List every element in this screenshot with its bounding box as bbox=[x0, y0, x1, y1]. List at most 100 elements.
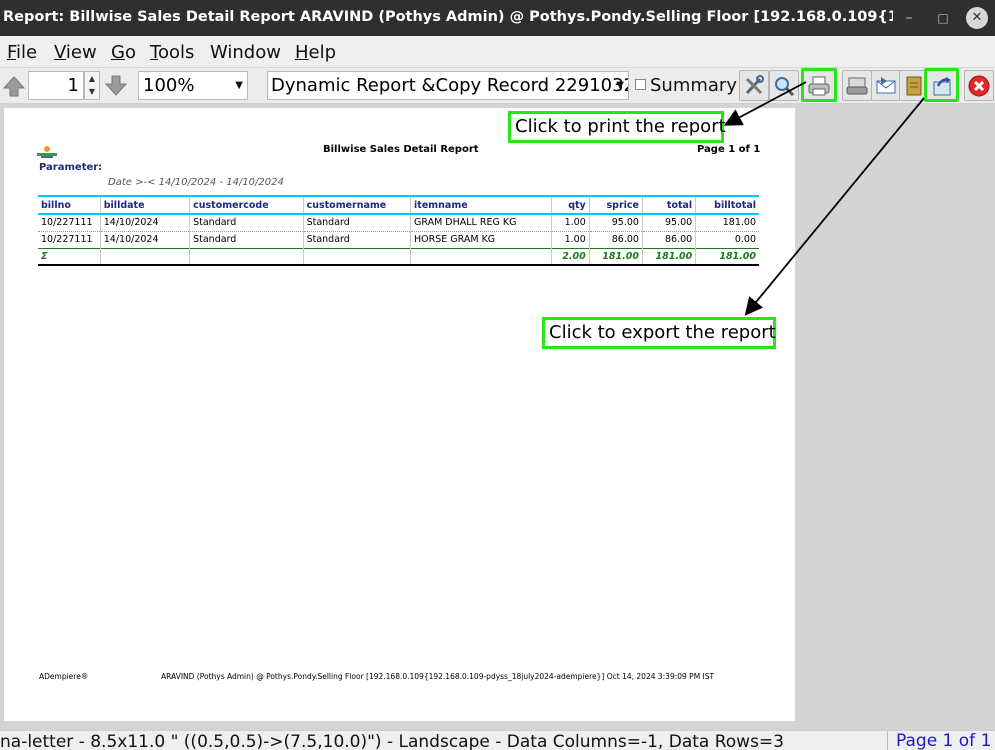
total-cell bbox=[99, 247, 190, 266]
cell-sprice: 86.00 bbox=[588, 231, 643, 249]
print-preview-button[interactable] bbox=[842, 70, 872, 101]
customize-icon bbox=[745, 75, 764, 95]
report-select-value: Dynamic Report &Copy Record 2291032 bbox=[271, 75, 629, 96]
cell-customercode: Standard bbox=[189, 214, 304, 232]
spinner-down-icon[interactable]: ▼ bbox=[89, 87, 95, 96]
spinner-up-icon[interactable]: ▲ bbox=[89, 74, 95, 83]
cell-billtotal: 0.00 bbox=[695, 231, 759, 249]
menu-go-mnemonic: G bbox=[111, 42, 125, 63]
menu-tools[interactable]: Tools bbox=[150, 42, 194, 63]
column-header[interactable]: qty bbox=[550, 195, 590, 215]
menu-view-label: iew bbox=[65, 42, 97, 63]
total-qty: 2.00 bbox=[550, 247, 590, 266]
menu-go[interactable]: Go bbox=[111, 42, 136, 63]
total-cell bbox=[410, 247, 552, 266]
chevron-down-icon: ▼ bbox=[616, 80, 624, 91]
total-sprice: 181.00 bbox=[588, 247, 643, 266]
customize-button[interactable] bbox=[739, 70, 769, 101]
chevron-down-icon: ▼ bbox=[235, 80, 243, 91]
zoom-select[interactable]: 100% ▼ bbox=[138, 71, 248, 100]
toolbar: 1 ▲ ▼ 100% ▼ Dynamic Report &Copy Record … bbox=[0, 68, 995, 104]
cell-customercode: Standard bbox=[189, 231, 304, 249]
cell-qty: 1.00 bbox=[550, 214, 590, 232]
menu-help-mnemonic: H bbox=[295, 42, 309, 63]
send-email-icon bbox=[876, 77, 896, 94]
column-header[interactable]: itemname bbox=[410, 195, 552, 215]
menu-tools-label: ools bbox=[157, 42, 195, 63]
menu-bar: File View Go Tools Window Help bbox=[0, 36, 995, 68]
column-header[interactable]: customername bbox=[302, 195, 411, 215]
total-cell bbox=[189, 247, 304, 266]
cell-itemname: HORSE GRAM KG bbox=[410, 231, 552, 249]
window-title: Report: Billwise Sales Detail Report ARA… bbox=[3, 9, 893, 25]
arrow-down-icon[interactable] bbox=[104, 74, 128, 98]
menu-window-label: Window bbox=[210, 42, 281, 63]
cell-billno[interactable]: 10/227111 bbox=[38, 231, 101, 249]
page-spinner[interactable]: ▲ ▼ bbox=[84, 71, 100, 100]
find-button[interactable] bbox=[769, 70, 799, 101]
cell-billdate: 14/10/2024 bbox=[99, 231, 190, 249]
status-info: na-letter - 8.5x11.0 " ((0.5,0.5)->(7.5,… bbox=[0, 732, 784, 750]
table-row[interactable]: 10/227111 14/10/2024 Standard Standard G… bbox=[38, 214, 759, 232]
company-logo bbox=[37, 146, 57, 158]
cell-billdate: 14/10/2024 bbox=[99, 214, 190, 232]
print-button[interactable] bbox=[801, 68, 837, 102]
date-parameter: Date >-< 14/10/2024 - 14/10/2024 bbox=[108, 177, 284, 188]
export-button[interactable] bbox=[924, 68, 959, 102]
arrow-up-icon[interactable] bbox=[2, 74, 26, 98]
cell-total: 95.00 bbox=[641, 214, 696, 232]
close-report-icon bbox=[968, 75, 990, 97]
close-report-button[interactable] bbox=[964, 70, 994, 101]
report-title: Billwise Sales Detail Report bbox=[323, 144, 479, 155]
column-header[interactable]: billtotal bbox=[695, 195, 759, 215]
send-email-button[interactable] bbox=[871, 70, 901, 101]
status-bar: na-letter - 8.5x11.0 " ((0.5,0.5)->(7.5,… bbox=[0, 730, 995, 750]
cell-customername: Standard bbox=[302, 214, 411, 232]
summary-checkbox[interactable]: Summary bbox=[635, 75, 737, 96]
menu-help-label: elp bbox=[308, 42, 337, 63]
footer-info: ARAVIND (Pothys Admin) @ Pothys.Pondy.Se… bbox=[161, 672, 715, 681]
menu-help[interactable]: Help bbox=[295, 42, 336, 63]
column-header[interactable]: customercode bbox=[189, 195, 304, 215]
column-header[interactable]: billdate bbox=[99, 195, 190, 215]
checkbox-box[interactable] bbox=[635, 79, 646, 90]
table-header-row: billno billdate customercode customernam… bbox=[38, 195, 759, 215]
column-header[interactable]: sprice bbox=[588, 195, 643, 215]
menu-tools-mnemonic: T bbox=[150, 42, 158, 63]
column-header[interactable]: billno bbox=[38, 195, 101, 215]
total-cell bbox=[302, 247, 411, 266]
summary-label: Summary bbox=[650, 75, 737, 96]
menu-view[interactable]: View bbox=[54, 42, 97, 63]
report-table: billno billdate customercode customernam… bbox=[38, 195, 759, 266]
page-number-input[interactable]: 1 bbox=[28, 71, 84, 100]
zoom-value: 100% bbox=[143, 75, 195, 96]
footer-brand: ADempiere® bbox=[39, 672, 89, 681]
status-page: Page 1 of 1 bbox=[887, 731, 995, 750]
cell-billno[interactable]: 10/227111 bbox=[38, 214, 101, 232]
report-select[interactable]: Dynamic Report &Copy Record 2291032 ▼ bbox=[267, 71, 629, 100]
export-icon bbox=[933, 77, 951, 96]
close-window-button[interactable]: ✕ bbox=[966, 7, 988, 29]
menu-window[interactable]: Window bbox=[210, 42, 281, 63]
archive-icon bbox=[906, 76, 922, 96]
menu-file-mnemonic: F bbox=[7, 42, 17, 63]
cell-customername: Standard bbox=[302, 231, 411, 249]
cell-total: 86.00 bbox=[641, 231, 696, 249]
table-row[interactable]: 10/227111 14/10/2024 Standard Standard H… bbox=[38, 231, 759, 249]
menu-go-label: o bbox=[124, 42, 136, 63]
cell-billtotal: 181.00 bbox=[695, 214, 759, 232]
maximize-button[interactable]: □ bbox=[932, 7, 954, 29]
column-header[interactable]: total bbox=[641, 195, 696, 215]
report-page-label: Page 1 of 1 bbox=[697, 144, 761, 155]
total-total: 181.00 bbox=[641, 247, 696, 266]
menu-file[interactable]: File bbox=[7, 42, 37, 63]
find-icon bbox=[775, 77, 795, 97]
sum-icon: Σ bbox=[38, 247, 101, 266]
print-preview-icon bbox=[846, 77, 868, 95]
print-callout: Click to print the report bbox=[508, 111, 726, 143]
parameter-label: Parameter: bbox=[39, 162, 103, 173]
menu-view-mnemonic: V bbox=[54, 42, 66, 63]
print-icon bbox=[808, 76, 830, 96]
minimize-button[interactable]: – bbox=[898, 7, 920, 29]
menu-file-label: ile bbox=[16, 42, 38, 63]
